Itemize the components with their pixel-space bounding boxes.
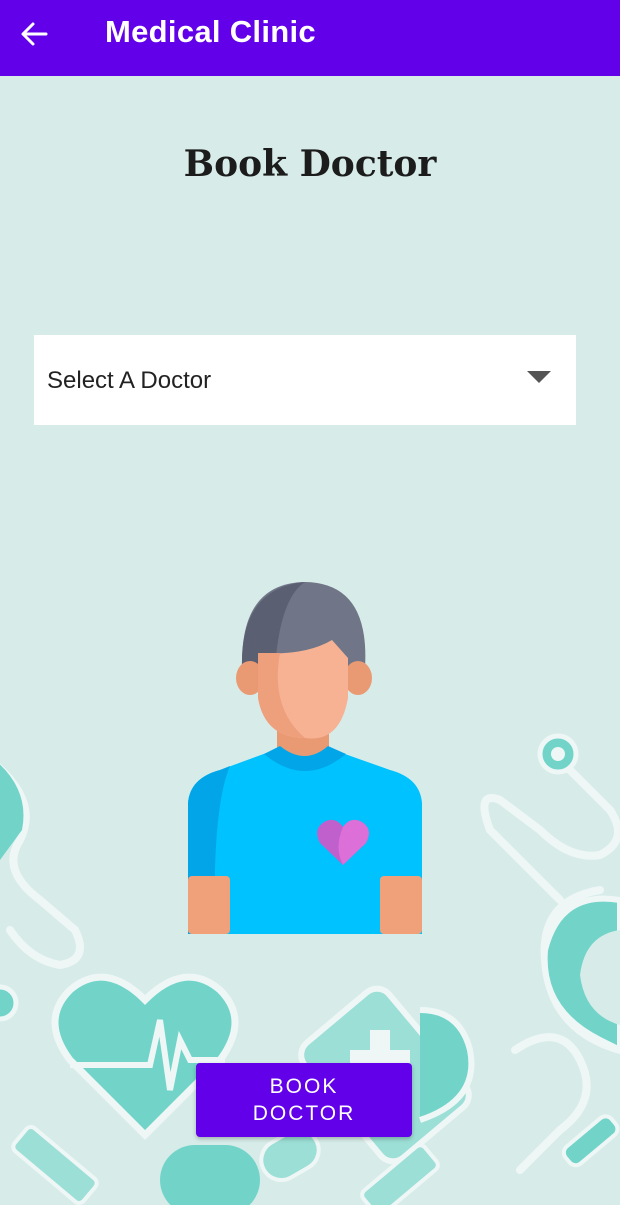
chevron-down-icon[interactable] xyxy=(527,371,551,383)
doctor-select[interactable]: Select A Doctor xyxy=(34,335,576,425)
app-bar: Medical Clinic xyxy=(0,0,620,76)
page-title: Book Doctor xyxy=(183,143,437,185)
arrow-left-icon[interactable] xyxy=(18,18,50,50)
doctor-select-value: Select A Doctor xyxy=(47,367,212,394)
book-doctor-button[interactable]: BOOK DOCTOR xyxy=(196,1063,412,1137)
app-title: Medical Clinic xyxy=(105,14,316,49)
doctor-avatar-illustration xyxy=(188,582,422,934)
book-doctor-button-label: BOOK DOCTOR xyxy=(252,1075,356,1125)
